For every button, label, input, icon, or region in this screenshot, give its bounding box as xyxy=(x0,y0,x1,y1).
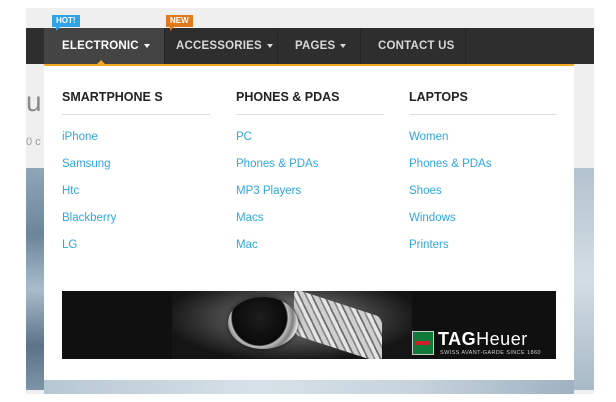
background-photo-left xyxy=(26,168,46,390)
menu-link-pc[interactable]: PC xyxy=(236,129,384,156)
menu-link-htc[interactable]: Htc xyxy=(62,183,210,210)
brand-light: Heuer xyxy=(476,329,528,349)
promo-banner[interactable]: TAGHeuer SWISS AVANT-GARDE SINCE 1860 xyxy=(62,291,556,359)
menu-link-phones-pdas[interactable]: Phones & PDAs xyxy=(409,156,557,183)
nav-item-label: CONTACT US xyxy=(378,40,455,52)
menu-link-mac[interactable]: Mac xyxy=(236,237,384,264)
background-heading-fragment: u xyxy=(26,86,42,117)
nav-item-pages[interactable]: PAGES xyxy=(277,28,361,64)
chevron-down-icon xyxy=(143,43,150,48)
menu-link-windows[interactable]: Windows xyxy=(409,210,557,237)
new-badge: NEW xyxy=(166,15,193,31)
menu-link-samsung[interactable]: Samsung xyxy=(62,156,210,183)
chevron-down-icon xyxy=(340,43,347,48)
menu-column-smartphones: SMARTPHONE S iPhone Samsung Htc Blackber… xyxy=(62,90,210,264)
menu-column-laptops: LAPTOPS Women Phones & PDAs Shoes Window… xyxy=(409,90,557,264)
tag-heuer-logo-icon xyxy=(412,331,434,355)
nav-item-label: ACCESSORIES xyxy=(176,40,262,52)
link-list: iPhone Samsung Htc Blackberry LG xyxy=(62,129,210,264)
link-list: Women Phones & PDAs Shoes Windows Printe… xyxy=(409,129,557,264)
background-photo-bottom xyxy=(44,380,574,394)
hot-badge: HOT! xyxy=(52,15,80,31)
background-text-fragment: 0 c xyxy=(26,136,41,148)
mega-menu-dropdown: SMARTPHONE S iPhone Samsung Htc Blackber… xyxy=(44,66,574,380)
menu-link-lg[interactable]: LG xyxy=(62,237,210,264)
brand-logo-text: TAGHeuer xyxy=(438,329,528,350)
menu-link-shoes[interactable]: Shoes xyxy=(409,183,557,210)
brand-tagline: SWISS AVANT-GARDE SINCE 1860 xyxy=(440,350,541,356)
menu-column-phones-pdas: PHONES & PDAS PC Phones & PDAs MP3 Playe… xyxy=(236,90,384,264)
column-divider xyxy=(236,114,384,115)
background-photo-right xyxy=(572,168,594,390)
column-heading: PHONES & PDAS xyxy=(236,90,340,104)
chevron-down-icon xyxy=(266,43,273,48)
active-menu-pointer-icon xyxy=(96,60,106,65)
nav-item-accessories[interactable]: ACCESSORIES xyxy=(158,28,278,64)
nav-item-contact-us[interactable]: CONTACT US xyxy=(360,28,466,64)
column-divider xyxy=(62,114,210,115)
main-navigation: ELECTRONIC ACCESSORIES PAGES CONTACT US xyxy=(26,28,594,64)
menu-link-blackberry[interactable]: Blackberry xyxy=(62,210,210,237)
nav-item-label: PAGES xyxy=(295,40,336,52)
nav-item-label: ELECTRONIC xyxy=(62,40,139,52)
link-list: PC Phones & PDAs MP3 Players Macs Mac xyxy=(236,129,384,264)
menu-link-printers[interactable]: Printers xyxy=(409,237,557,264)
nav-item-electronic[interactable]: ELECTRONIC xyxy=(44,28,165,64)
menu-link-macs[interactable]: Macs xyxy=(236,210,384,237)
column-divider xyxy=(409,114,557,115)
menu-link-iphone[interactable]: iPhone xyxy=(62,129,210,156)
menu-link-phones-pdas[interactable]: Phones & PDAs xyxy=(236,156,384,183)
menu-link-women[interactable]: Women xyxy=(409,129,557,156)
watch-image xyxy=(228,297,298,349)
brand-bold: TAG xyxy=(438,329,477,349)
column-heading: LAPTOPS xyxy=(409,90,468,104)
menu-link-mp3-players[interactable]: MP3 Players xyxy=(236,183,384,210)
column-heading: SMARTPHONE S xyxy=(62,90,163,104)
